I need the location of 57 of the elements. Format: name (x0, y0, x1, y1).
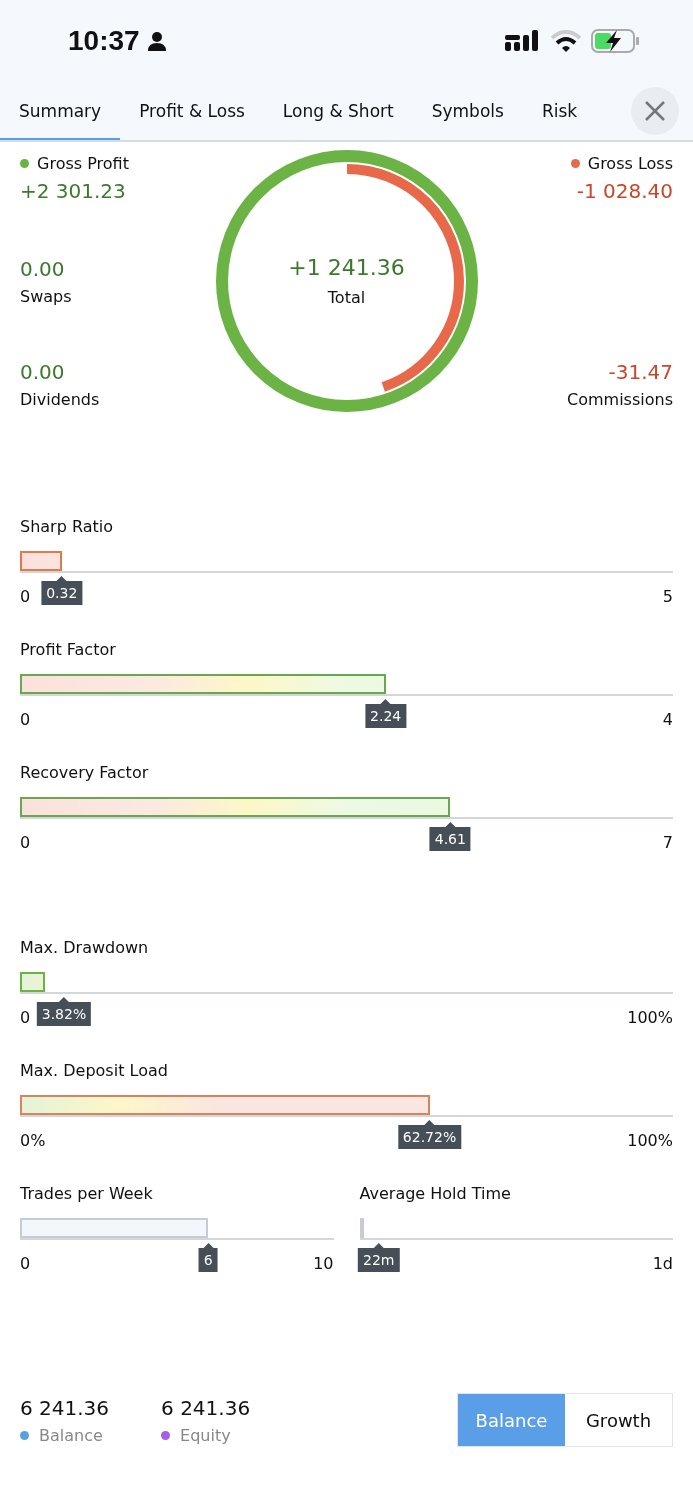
value-tooltip: 2.24 (365, 699, 407, 728)
max-label: 1d (652, 1254, 673, 1273)
metric-label: Trades per Week (20, 1184, 154, 1205)
gross-profit-value: +2 301.23 (20, 179, 127, 203)
metric-label: Max. Deposit Load (20, 1061, 169, 1082)
tab[interactable]: Summary (0, 83, 121, 140)
value-tooltip: 4.61 (429, 822, 471, 851)
total-label: Total (327, 288, 366, 307)
max-label: 5 (662, 587, 673, 606)
total-amount: 6 241.36 (20, 1395, 110, 1420)
max-label: 100% (627, 1008, 673, 1027)
min-label: 0 (20, 587, 31, 606)
wifi-icon (551, 30, 581, 52)
profit-dot (20, 159, 29, 168)
min-label: 0 (20, 833, 31, 852)
tab[interactable]: Long & Short (263, 83, 413, 140)
total-amount: 6 241.36 (161, 1395, 251, 1420)
dividends-value: 0.00 (20, 360, 66, 384)
battery-charging-icon (591, 29, 641, 53)
value-tooltip: 22m (357, 1243, 400, 1272)
legend-label: Balance (39, 1425, 103, 1445)
close-icon (644, 100, 666, 122)
max-label: 10 (313, 1254, 334, 1273)
value-tooltip: 3.82% (36, 997, 92, 1026)
swaps-value: 0.00 (20, 257, 66, 281)
tab[interactable]: Profit & Loss (120, 83, 264, 140)
total-value: +1 241.36 (288, 255, 405, 280)
min-label: 0 (20, 1008, 31, 1027)
gross-loss-label: Gross Loss (587, 154, 673, 173)
value-tooltip: 0.32 (41, 576, 83, 605)
loss-dot (570, 159, 580, 168)
metric-label: Max. Drawdown (20, 938, 150, 959)
max-label: 4 (662, 710, 673, 729)
min-label: 0 (20, 710, 31, 729)
max-label: 100% (627, 1131, 673, 1150)
metric-label: Sharp Ratio (20, 517, 114, 538)
commissions-value: -31.47 (608, 360, 673, 384)
tab[interactable]: Risk (522, 83, 597, 140)
person-icon (145, 30, 168, 52)
swaps-label: Swaps (20, 287, 73, 306)
metric-label: Profit Factor (20, 640, 117, 661)
clock-time: 10:37 (68, 25, 140, 57)
dividends-label: Dividends (20, 390, 101, 409)
gross-loss-value: -1 028.40 (576, 179, 673, 203)
min-label: 0% (20, 1131, 46, 1150)
max-label: 7 (662, 833, 673, 852)
metric-label: Average Hold Time (359, 1184, 512, 1205)
signal-icon (505, 29, 541, 53)
close-button[interactable] (631, 87, 679, 135)
commissions-label: Commissions (567, 390, 673, 409)
metric-label: Recovery Factor (20, 763, 150, 784)
gross-profit-label: Gross Profit (37, 154, 129, 173)
legend-label: Equity (180, 1425, 231, 1445)
value-tooltip: 62.72% (397, 1120, 462, 1149)
tab[interactable]: Symbols (412, 83, 523, 140)
min-label: 0 (20, 1254, 31, 1273)
value-tooltip: 6 (198, 1243, 218, 1272)
